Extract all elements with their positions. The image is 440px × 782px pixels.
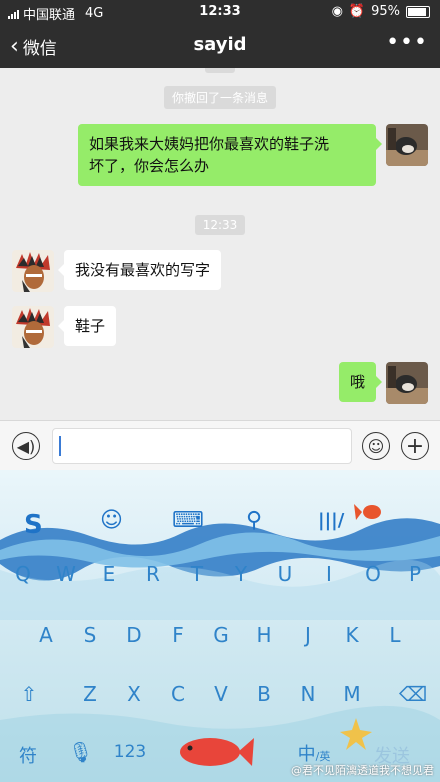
message-bubble-outgoing[interactable]: 如果我来大姨妈把你最喜欢的鞋子洗 坏了，你会怎么办 [78,124,382,186]
contact-avatar[interactable] [12,306,54,348]
message-bubble-incoming[interactable]: 鞋子 [57,306,117,346]
contact-avatar[interactable] [12,250,54,292]
input-bar: ◀︎) ☺ + [0,420,440,471]
message-text: 我没有最喜欢的写字 [75,261,211,279]
keyboard: S ☺ ⌨ ⚲ |||/ Q W E R T Y U I O P A S D F… [0,470,440,782]
key[interactable]: Z [78,682,102,706]
key[interactable]: F [166,623,190,647]
emoji-icon[interactable]: ☺ [100,508,123,533]
chat-messages[interactable]: 你撤回了一条消息 如果我来大姨妈把你最喜欢的鞋子洗 坏了，你会怎么办 12:33… [0,68,440,420]
lock-rotation-icon: ◉ [331,4,343,19]
text-caret [59,436,61,456]
message-input[interactable] [52,428,352,464]
battery-percent: 95% [371,4,400,19]
key[interactable]: L [383,623,407,647]
my-avatar[interactable] [386,124,428,166]
key[interactable]: P [403,562,427,586]
microphone-icon[interactable]: 🎙 [68,740,93,764]
key[interactable]: I [317,562,341,586]
goldfish-icon [354,504,381,520]
message-bubble-incoming[interactable]: 我没有最喜欢的写字 [57,250,222,290]
message-text: 哦 [349,373,365,391]
key[interactable]: H [252,623,276,647]
space-key[interactable] [162,734,258,770]
key[interactable]: Y [229,562,253,586]
symbols-key[interactable]: 符 [16,742,40,768]
key[interactable]: W [54,562,78,586]
key[interactable]: G [209,623,233,647]
key[interactable]: E [97,562,121,586]
backspace-icon[interactable]: ⌫ [398,682,428,706]
emoji-icon[interactable]: ☺ [362,432,390,460]
partial-system-notice [0,68,440,77]
message-text: 鞋子 [75,317,106,335]
message-text-line: 坏了，你会怎么办 [89,157,210,175]
key[interactable]: J [296,623,320,647]
key[interactable]: K [340,623,364,647]
key[interactable]: T [185,562,209,586]
key[interactable]: N [296,682,320,706]
key[interactable]: U [273,562,297,586]
key[interactable]: S [78,623,102,647]
key[interactable]: B [252,682,276,706]
key[interactable]: V [209,682,233,706]
my-avatar[interactable] [386,362,428,404]
message-bubble-outgoing[interactable]: 哦 [338,362,383,402]
key[interactable]: R [141,562,165,586]
timestamp: 12:33 [0,214,440,235]
key[interactable]: M [340,682,364,706]
plus-icon[interactable]: + [401,432,429,460]
chat-title: sayid [193,34,247,55]
status-bar: 中国联通 4G 12:33 ◉ ⏰ 95% [0,0,440,24]
battery-icon [406,5,430,18]
search-icon[interactable]: ⚲ [246,508,262,533]
keyboard-icon[interactable]: ⌨ [172,508,204,533]
key[interactable]: Q [11,562,35,586]
wave-bars-icon[interactable]: |||/ [318,510,344,531]
sogou-logo-icon[interactable]: S [24,510,43,540]
more-options-icon[interactable]: ••• [386,30,428,55]
shift-icon[interactable]: ⇧ [16,682,42,706]
recall-notice: 你撤回了一条消息 [0,86,440,109]
voice-icon[interactable]: ◀︎) [12,432,40,460]
key[interactable]: O [361,562,385,586]
key[interactable]: D [122,623,146,647]
numbers-key[interactable]: 123 [112,742,148,762]
key[interactable]: C [166,682,190,706]
key[interactable]: X [122,682,146,706]
status-right: ◉ ⏰ 95% [332,4,430,19]
chat-header: ‹ 微信 sayid ••• [0,24,440,68]
alarm-icon: ⏰ [348,4,366,19]
message-text-line: 如果我来大姨妈把你最喜欢的鞋子洗 [89,135,330,153]
key[interactable]: A [34,623,58,647]
watermark: @君不见陌漓透道我不想见君 [291,764,434,777]
